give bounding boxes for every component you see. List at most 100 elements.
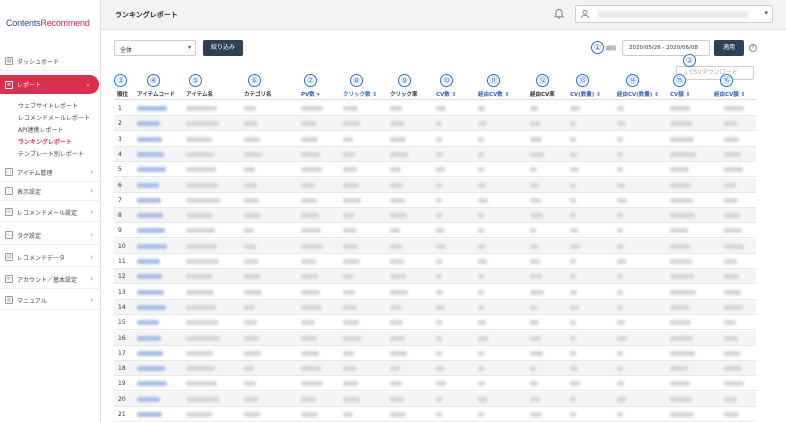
sidebar-sub-api-report[interactable]: API連携レポート xyxy=(18,125,64,134)
blurred-cell xyxy=(301,228,321,234)
sidebar-item-mail[interactable]: ✉ レコメンドメール設定 › xyxy=(0,203,101,222)
rank-cell: 11 xyxy=(118,258,126,265)
blurred-cell xyxy=(436,151,443,157)
mail-icon: ✉ xyxy=(5,208,13,216)
blurred-cell[interactable] xyxy=(137,366,165,372)
account-selector[interactable]: ▾ xyxy=(575,5,773,23)
blurred-cell xyxy=(186,136,212,142)
blurred-cell xyxy=(301,213,319,219)
col-via-cv-qty-sort[interactable]: 経由CV(数量) ⇕ xyxy=(617,90,659,98)
blurred-cell xyxy=(436,243,446,249)
blurred-cell[interactable] xyxy=(137,304,166,310)
blurred-cell xyxy=(530,412,542,417)
blurred-cell[interactable] xyxy=(137,182,159,188)
blurred-cell[interactable] xyxy=(137,228,165,234)
help-icon[interactable]: ? xyxy=(749,44,757,52)
blurred-cell[interactable] xyxy=(137,274,162,280)
table-row: 17 xyxy=(114,346,756,361)
sidebar-sub-website-report[interactable]: ウェブサイトレポート xyxy=(18,101,78,110)
col-via-cv-rate: 経由CV率 xyxy=(530,92,555,98)
blurred-cell[interactable] xyxy=(137,381,167,387)
blurred-cell[interactable] xyxy=(137,121,160,127)
blurred-cell xyxy=(478,350,484,356)
blurred-cell xyxy=(301,259,316,264)
blurred-cell xyxy=(343,213,354,219)
blurred-cell xyxy=(343,121,360,127)
col-via-cv-amount-sort[interactable]: 経由CV額 ⇕ xyxy=(714,90,745,98)
callout-marker: ④ xyxy=(147,74,160,87)
blurred-cell xyxy=(670,396,692,402)
bell-icon[interactable] xyxy=(553,8,565,20)
table-row: 6 xyxy=(114,177,756,193)
blurred-cell xyxy=(670,350,695,356)
period-input[interactable]: 2020/05/26 - 2020/06/08 xyxy=(622,40,710,56)
col-cv-amount-sort[interactable]: CV額 ⇕ xyxy=(670,90,690,98)
user-icon xyxy=(580,9,590,19)
blurred-cell xyxy=(244,350,261,356)
blurred-cell xyxy=(390,228,400,234)
sidebar-item-tag[interactable]: ‹› タグ設定 › xyxy=(0,226,101,245)
blurred-cell xyxy=(478,106,485,111)
blurred-cell xyxy=(390,259,404,264)
sidebar-sub-mail-report[interactable]: レコメンドメールレポート xyxy=(18,113,90,122)
blurred-cell[interactable] xyxy=(137,136,162,142)
blurred-cell xyxy=(670,366,688,372)
blurred-cell[interactable] xyxy=(137,350,163,356)
col-via-cv-sort[interactable]: 経由CV数 ⇕ xyxy=(478,90,509,98)
blurred-cell xyxy=(186,396,219,402)
sidebar-sub-template-report[interactable]: テンプレート別レポート xyxy=(18,149,84,158)
blurred-cell xyxy=(343,106,358,111)
blurred-cell xyxy=(478,259,487,264)
blurred-cell xyxy=(530,304,537,310)
col-cv-qty-sort[interactable]: CV(数量) ⇕ xyxy=(570,90,601,98)
sidebar-item-items[interactable]: □ アイテム管理 › xyxy=(0,163,101,182)
sidebar-item-dashboard[interactable]: ▦ ダッシュボード xyxy=(0,52,101,71)
sidebar-item-data[interactable]: ▤ レコメンドデータ › xyxy=(0,248,101,267)
blurred-cell xyxy=(390,304,401,310)
filter-select[interactable]: 全体 ▾ xyxy=(114,40,196,56)
blurred-cell[interactable] xyxy=(137,335,161,341)
blurred-cell xyxy=(617,259,626,264)
blurred-cell xyxy=(670,121,692,127)
logo[interactable]: ContentsRecommend xyxy=(6,18,90,28)
blurred-cell xyxy=(670,412,694,417)
blurred-cell[interactable] xyxy=(137,289,164,295)
blurred-cell xyxy=(436,320,442,326)
blurred-cell[interactable] xyxy=(137,106,167,111)
sidebar-item-report[interactable]: ≡ レポート ⌄ xyxy=(0,75,99,94)
blurred-cell xyxy=(724,274,739,280)
blurred-cell xyxy=(186,274,212,280)
blurred-cell xyxy=(670,228,688,234)
blurred-cell xyxy=(301,167,322,173)
blurred-cell xyxy=(478,213,484,219)
blurred-cell[interactable] xyxy=(137,167,166,173)
blurred-cell[interactable] xyxy=(137,320,159,326)
blurred-cell[interactable] xyxy=(137,259,160,264)
blurred-cell xyxy=(617,106,624,111)
sidebar-sub-ranking-report[interactable]: ランキングレポート xyxy=(18,137,72,146)
rank-cell: 21 xyxy=(118,411,126,418)
col-clicks-sort[interactable]: クリック数 ⇕ xyxy=(343,90,377,98)
apply-button[interactable]: 適用 xyxy=(714,40,744,56)
blurred-cell[interactable] xyxy=(137,213,163,219)
rank-cell: 2 xyxy=(118,120,122,128)
blurred-cell[interactable] xyxy=(137,243,167,249)
blurred-cell[interactable] xyxy=(137,396,160,402)
sidebar-item-account[interactable]: ⚙ アカウント／基本設定 › xyxy=(0,270,101,289)
sidebar-item-display[interactable]: ☆ 表示設定 › xyxy=(0,182,101,201)
chevron-right-icon: › xyxy=(90,168,93,176)
rank-cell: 13 xyxy=(118,288,126,296)
blurred-cell[interactable] xyxy=(137,151,164,157)
callout-marker: ③ xyxy=(114,74,127,87)
col-item-name: アイテム名 xyxy=(186,92,213,98)
blurred-cell xyxy=(570,167,579,173)
blurred-cell[interactable] xyxy=(137,412,162,417)
col-pv-sort[interactable]: PV数 ▾ xyxy=(301,90,319,98)
filter-button[interactable]: 絞り込み xyxy=(203,40,243,56)
sidebar-item-manual[interactable]: ▥ マニュアル › xyxy=(0,291,101,310)
csv-download-button[interactable]: ⤓ CSVダウンロード xyxy=(676,66,754,80)
col-cv-sort[interactable]: CV数 ⇕ xyxy=(436,90,456,98)
blurred-cell xyxy=(530,366,536,372)
blurred-cell xyxy=(724,396,737,402)
blurred-cell[interactable] xyxy=(137,197,161,203)
